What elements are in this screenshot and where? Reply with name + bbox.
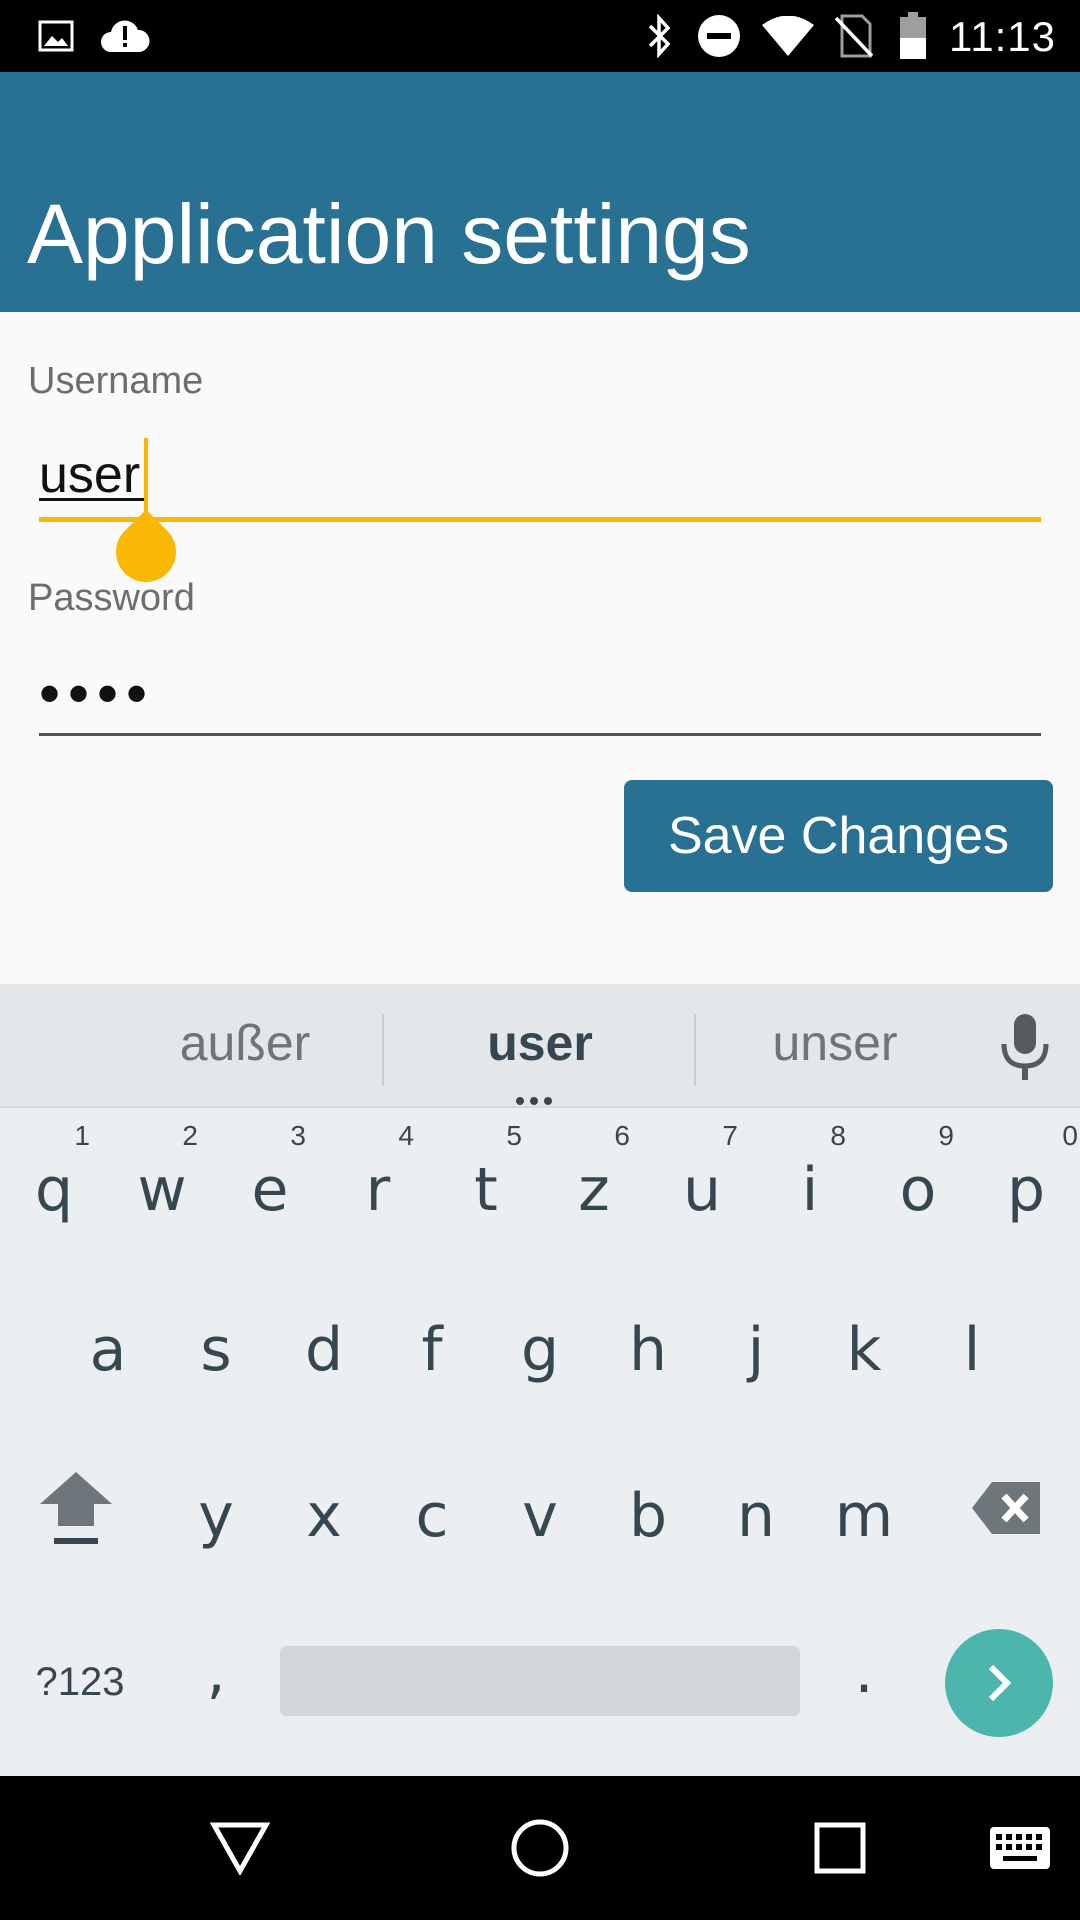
key-v[interactable]: v	[490, 1450, 590, 1570]
navigation-bar	[0, 1776, 1080, 1920]
suggestion-strip: außer user unser	[0, 984, 1080, 1108]
do-not-disturb-icon	[696, 0, 742, 72]
suggestion-left[interactable]: außer	[90, 984, 400, 1102]
username-input[interactable]	[39, 430, 1041, 520]
divider	[382, 1014, 384, 1086]
key-s[interactable]: s	[166, 1284, 266, 1404]
microphone-icon[interactable]	[990, 1012, 1060, 1084]
home-button[interactable]	[490, 1776, 590, 1920]
suggestion-center[interactable]: user	[390, 984, 690, 1102]
key-o[interactable]: 9o	[868, 1120, 968, 1240]
key-i[interactable]: 8i	[760, 1120, 860, 1240]
key-j[interactable]: j	[706, 1284, 806, 1404]
keyboard-switch-button[interactable]	[980, 1776, 1060, 1920]
key-w[interactable]: 2w	[112, 1120, 212, 1240]
battery-icon	[896, 0, 930, 72]
key-p[interactable]: 0p	[976, 1120, 1078, 1240]
key-q[interactable]: 1q	[4, 1120, 104, 1240]
key-u[interactable]: 7u	[652, 1120, 752, 1240]
cloud-alert-icon	[98, 0, 152, 72]
chevron-right-icon	[988, 1664, 1012, 1702]
key-b[interactable]: b	[598, 1450, 698, 1570]
bluetooth-icon	[644, 0, 676, 72]
key-n[interactable]: n	[706, 1450, 806, 1570]
username-label: Username	[28, 360, 204, 402]
key-f[interactable]: f	[382, 1284, 482, 1404]
password-underline	[39, 733, 1041, 736]
composing-underline	[39, 498, 144, 501]
backspace-key[interactable]	[954, 1450, 1064, 1570]
backspace-icon	[972, 1482, 1040, 1534]
image-icon	[36, 0, 76, 72]
wifi-icon	[760, 0, 816, 72]
key-x[interactable]: x	[274, 1450, 374, 1570]
back-icon	[210, 1822, 270, 1875]
key-m[interactable]: m	[814, 1450, 914, 1570]
key-e[interactable]: 3e	[220, 1120, 320, 1240]
spacebar[interactable]	[280, 1646, 800, 1716]
shift-icon	[40, 1472, 112, 1544]
key-t[interactable]: 5t	[436, 1120, 536, 1240]
recents-button[interactable]	[790, 1776, 890, 1920]
status-bar: 11:13	[0, 0, 1080, 72]
key-d[interactable]: d	[274, 1284, 374, 1404]
key-l[interactable]: l	[922, 1284, 1022, 1404]
more-suggestions-icon	[516, 1092, 564, 1105]
clock: 11:13	[949, 13, 1056, 60]
key-c[interactable]: c	[382, 1450, 482, 1570]
save-changes-button[interactable]: Save Changes	[624, 780, 1053, 892]
no-sim-icon	[834, 0, 874, 72]
shift-key[interactable]	[26, 1450, 126, 1570]
key-h[interactable]: h	[598, 1284, 698, 1404]
back-button[interactable]	[190, 1776, 290, 1920]
text-cursor	[144, 438, 148, 514]
period-key[interactable]: .	[814, 1632, 914, 1722]
key-r[interactable]: 4r	[328, 1120, 428, 1240]
app-bar: Application settings	[0, 72, 1080, 312]
password-label: Password	[28, 577, 195, 619]
password-input[interactable]	[39, 648, 1041, 738]
key-g[interactable]: g	[490, 1284, 590, 1404]
keyboard-switch-icon	[990, 1827, 1050, 1869]
username-underline	[39, 517, 1041, 522]
home-icon	[511, 1819, 569, 1877]
page-title: Application settings	[27, 187, 751, 281]
key-z[interactable]: 6z	[544, 1120, 644, 1240]
key-a[interactable]: a	[58, 1284, 158, 1404]
key-y[interactable]: y	[166, 1450, 266, 1570]
key-k[interactable]: k	[814, 1284, 914, 1404]
recents-icon	[814, 1822, 866, 1874]
next-key[interactable]	[945, 1629, 1053, 1737]
symbols-key[interactable]: ?123	[20, 1642, 140, 1722]
soft-keyboard: außer user unser 1q 2w 3e 4r 5t 6z 7u 8i…	[0, 984, 1080, 1776]
comma-key[interactable]: ,	[166, 1632, 266, 1722]
suggestion-right[interactable]: unser	[700, 984, 970, 1102]
divider	[694, 1014, 696, 1086]
